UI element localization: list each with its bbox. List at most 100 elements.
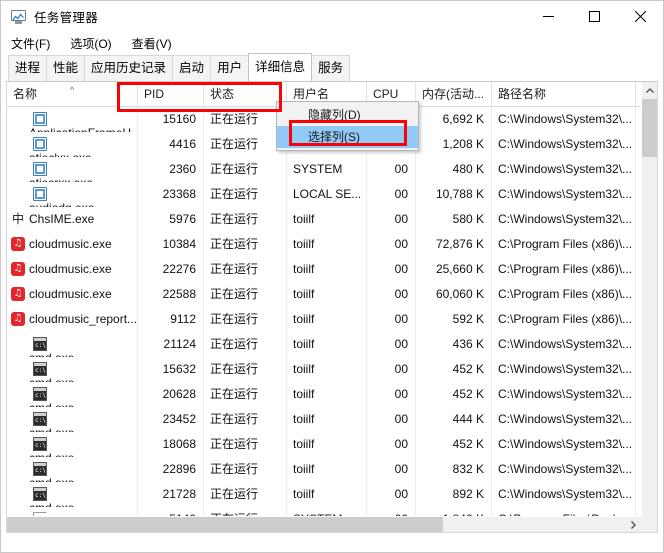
table-row[interactable]: audiodg.exe23368正在运行LOCAL SE...0010,788 …	[7, 182, 657, 207]
table-row[interactable]: ♫cloudmusic.exe22276正在运行toiilf0025,660 K…	[7, 257, 657, 282]
cell-name: audiodg.exe	[7, 182, 138, 207]
cell-name: atieclxx.exe	[7, 132, 138, 157]
table-row[interactable]: cmd.exe20628正在运行toiilf00452 KC:\Windows\…	[7, 382, 657, 407]
table-row[interactable]: cmd.exe18068正在运行toiilf00452 KC:\Windows\…	[7, 432, 657, 457]
window-controls	[525, 1, 663, 32]
tab-processes[interactable]: 进程	[8, 55, 47, 81]
table-row[interactable]: ♫cloudmusic.exe10384正在运行toiilf0072,876 K…	[7, 232, 657, 257]
cell-name: cmd.exe	[7, 407, 138, 432]
table-row[interactable]: cmd.exe22896正在运行toiilf00832 KC:\Windows\…	[7, 457, 657, 482]
cell-name: cmd.exe	[7, 382, 138, 407]
cell-path: C:\Windows\System32\...	[492, 457, 636, 482]
cell-status: 正在运行	[204, 257, 287, 282]
scroll-up-icon[interactable]	[642, 82, 658, 99]
cell-name: ♫cloudmusic.exe	[7, 257, 138, 282]
column-header-path[interactable]: 路径名称	[492, 82, 636, 106]
cell-cpu: 00	[367, 407, 416, 432]
cell-pid: 5976	[138, 207, 204, 232]
context-menu-item-hide-column[interactable]: 隐藏列(D)	[277, 104, 418, 126]
cell-status: 正在运行	[204, 307, 287, 332]
cell-memory: 452 K	[416, 432, 492, 457]
menu-options[interactable]: 选项(O)	[68, 33, 119, 54]
cell-memory: 452 K	[416, 382, 492, 407]
context-menu-item-select-columns[interactable]: 选择列(S)	[277, 126, 418, 148]
cmd-icon	[33, 437, 47, 451]
cmd-icon	[33, 362, 47, 376]
cell-pid: 23368	[138, 182, 204, 207]
cloudmusic-icon: ♫	[11, 312, 25, 326]
cell-path: C:\Windows\System32\...	[492, 107, 636, 132]
cell-username: toiilf	[287, 307, 367, 332]
cell-status: 正在运行	[204, 407, 287, 432]
cell-path: C:\Windows\System32\...	[492, 482, 636, 507]
menu-view[interactable]: 查看(V)	[130, 33, 180, 54]
menu-file[interactable]: 文件(F)	[9, 33, 58, 54]
table-body: ApplicationFrameH...15160正在运行6,692 KC:\W…	[7, 107, 657, 517]
cell-path: C:\Program Files (x86)\...	[492, 257, 636, 282]
cell-status: 正在运行	[204, 482, 287, 507]
close-button[interactable]	[617, 1, 663, 32]
vertical-scrollbar-thumb[interactable]	[642, 99, 658, 157]
tab-performance[interactable]: 性能	[46, 55, 85, 81]
column-header-memory[interactable]: 内存(活动...	[416, 82, 492, 106]
cell-name: ♫cloudmusic.exe	[7, 232, 138, 257]
table-row[interactable]: cmd.exe23452正在运行toiilf00444 KC:\Windows\…	[7, 407, 657, 432]
table-row[interactable]: cmd.exe21124正在运行toiilf00436 KC:\Windows\…	[7, 332, 657, 357]
tab-app-history[interactable]: 应用历史记录	[84, 55, 173, 81]
app-window-icon	[33, 187, 47, 201]
cell-username: toiilf	[287, 432, 367, 457]
title-bar: 任务管理器	[1, 1, 663, 32]
scrollbar-corner	[641, 516, 657, 532]
table-row[interactable]: 中ChsIME.exe5976正在运行toiilf00580 KC:\Windo…	[7, 207, 657, 232]
tab-startup[interactable]: 启动	[172, 55, 211, 81]
cell-status: 正在运行	[204, 357, 287, 382]
process-name-label: cloudmusic.exe	[29, 262, 112, 276]
task-manager-window: 任务管理器 文件(F) 选项(O) 查看(V) 进程 性能 应用历史记录 启动 …	[0, 0, 664, 553]
cell-name: cmd.exe	[7, 332, 138, 357]
maximize-button[interactable]	[571, 1, 617, 32]
horizontal-scrollbar[interactable]	[7, 516, 657, 532]
cell-pid: 22588	[138, 282, 204, 307]
tab-details[interactable]: 详细信息	[248, 53, 312, 81]
cell-pid: 22896	[138, 457, 204, 482]
scroll-right-icon[interactable]	[625, 517, 641, 532]
column-header-pid[interactable]: PID	[138, 82, 204, 106]
cell-pid: 20628	[138, 382, 204, 407]
cell-username: toiilf	[287, 382, 367, 407]
vertical-scrollbar[interactable]	[641, 82, 657, 517]
cell-cpu: 00	[367, 432, 416, 457]
ime-icon: 中	[11, 212, 25, 226]
cell-pid: 18068	[138, 432, 204, 457]
cell-memory: 25,660 K	[416, 257, 492, 282]
column-header-status[interactable]: 状态	[204, 82, 287, 106]
app-window-icon	[33, 137, 47, 151]
cell-memory: 436 K	[416, 332, 492, 357]
cell-cpu: 00	[367, 257, 416, 282]
table-row[interactable]: atiesrxx.exe2360正在运行SYSTEM00480 KC:\Wind…	[7, 157, 657, 182]
cell-cpu: 00	[367, 182, 416, 207]
tab-services[interactable]: 服务	[311, 55, 350, 81]
cell-cpu: 00	[367, 357, 416, 382]
cell-memory: 592 K	[416, 307, 492, 332]
cell-status: 正在运行	[204, 232, 287, 257]
cell-path: C:\Windows\System32\...	[492, 132, 636, 157]
cell-status: 正在运行	[204, 432, 287, 457]
cell-username: toiilf	[287, 482, 367, 507]
cell-username: SYSTEM	[287, 157, 367, 182]
tab-users[interactable]: 用户	[210, 55, 249, 81]
cell-pid: 21124	[138, 332, 204, 357]
cell-path: C:\Windows\System32\...	[492, 382, 636, 407]
table-row[interactable]: cmd.exe15632正在运行toiilf00452 KC:\Windows\…	[7, 357, 657, 382]
table-row[interactable]: cmd.exe21728正在运行toiilf00892 KC:\Windows\…	[7, 482, 657, 507]
sort-ascending-icon: ^	[70, 86, 74, 95]
minimize-button[interactable]	[525, 1, 571, 32]
cell-memory: 832 K	[416, 457, 492, 482]
horizontal-scrollbar-thumb[interactable]	[7, 517, 443, 532]
cell-memory: 580 K	[416, 207, 492, 232]
column-header-name[interactable]: 名称 ^	[7, 82, 138, 106]
cell-cpu: 00	[367, 307, 416, 332]
cell-memory: 480 K	[416, 157, 492, 182]
cmd-icon	[33, 462, 47, 476]
table-row[interactable]: ♫cloudmusic_report...9112正在运行toiilf00592…	[7, 307, 657, 332]
table-row[interactable]: ♫cloudmusic.exe22588正在运行toiilf0060,060 K…	[7, 282, 657, 307]
